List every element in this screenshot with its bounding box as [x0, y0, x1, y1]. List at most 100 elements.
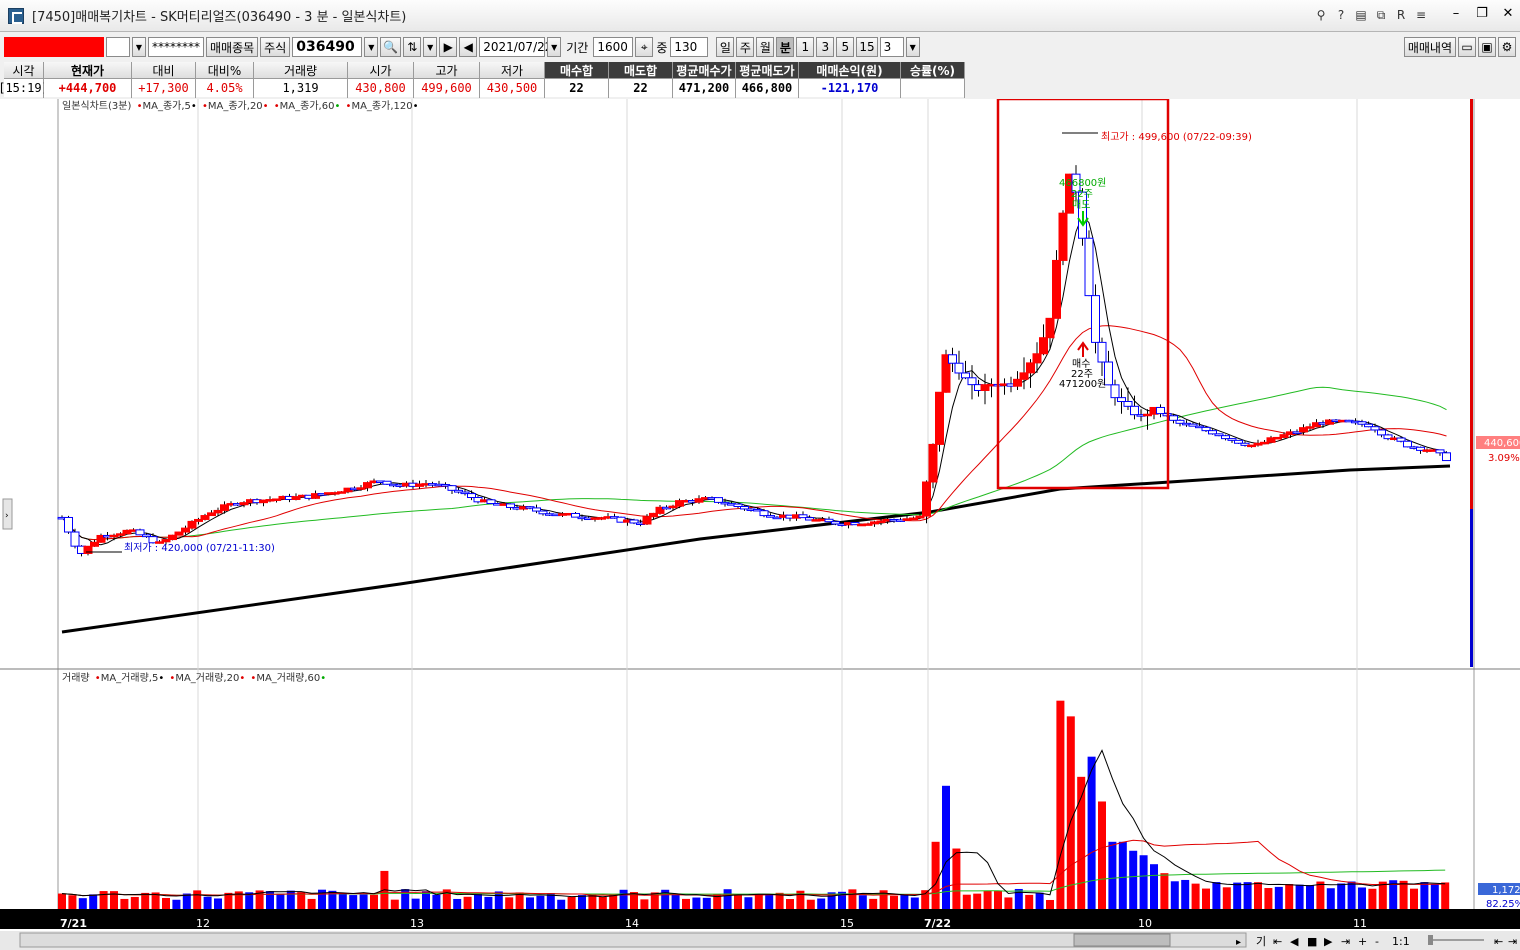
period-input[interactable]: 1600 [593, 37, 634, 57]
play-back-icon[interactable]: ◀ [1290, 935, 1299, 948]
low-price-label: 최저가 : 420,000 (07/21-11:30) [124, 542, 275, 554]
candle-body [1052, 259, 1061, 319]
volume-bar [526, 897, 534, 909]
sort-icon[interactable]: ⇅ [403, 37, 422, 57]
volume-bar [1264, 888, 1273, 909]
search-icon[interactable]: 🔍 [380, 37, 402, 57]
chart-svg[interactable]: › 일본식차트(3분) •MA_종가,5• •MA_종가,20• •MA_종가,… [0, 97, 1520, 950]
scroll-thumb[interactable] [1073, 933, 1171, 947]
sell-word-label: 매도 [1072, 199, 1090, 211]
tab-1[interactable]: 1 [796, 37, 815, 57]
market-type-button[interactable]: 주식 [260, 37, 291, 57]
candle-body [1084, 237, 1094, 297]
tab-day[interactable]: 일 [716, 37, 735, 57]
zoom-slider-handle[interactable] [1428, 935, 1433, 945]
tab-minute[interactable]: 분 [776, 37, 795, 57]
info-col-price: 현재가 +444,700 [44, 62, 132, 98]
price-legend-ma20: MA_종가,20 [208, 100, 263, 112]
account-subfield[interactable] [106, 37, 130, 57]
volume-bar [474, 893, 482, 909]
code-dropdown-icon[interactable]: ▼ [364, 37, 379, 57]
zoom-out-icon[interactable]: - [1375, 935, 1379, 948]
close-icon[interactable]: ✕ [1500, 6, 1516, 21]
tab-15[interactable]: 15 [856, 37, 878, 57]
tab-week[interactable]: 주 [736, 37, 755, 57]
crosshair-icon[interactable]: ⌖ [635, 37, 654, 57]
r-icon[interactable]: R [1394, 8, 1408, 23]
jump-start-icon[interactable]: ⇤ [1273, 935, 1282, 948]
trade-history-button[interactable]: 매매내역 [1403, 37, 1456, 57]
value-sell-sum: 22 [609, 79, 672, 97]
header-avg-buy: 평균매수가 [673, 62, 735, 79]
price-legend-ma5: MA_종가,5 [142, 100, 190, 112]
volume-bar [1191, 883, 1200, 909]
side-arrow-icon[interactable]: › [5, 511, 9, 521]
minimize-icon[interactable]: – [1448, 6, 1464, 21]
time-axis-label: 10 [1138, 917, 1152, 930]
zoom-first-icon[interactable]: ⇤ [1494, 935, 1503, 948]
volume-bar [557, 899, 566, 909]
candle-body [70, 531, 80, 547]
password-field[interactable]: ******** [148, 37, 204, 57]
help-icon[interactable]: ? [1334, 8, 1348, 23]
volume-bar [1295, 884, 1304, 909]
volume-bar [994, 891, 1002, 909]
layout-icon[interactable]: ▤ [1354, 8, 1368, 23]
candle-body [1169, 415, 1178, 421]
play-icon[interactable]: ▶ [1324, 935, 1333, 948]
next-icon[interactable]: ▶ [439, 37, 458, 57]
account-select[interactable] [4, 37, 104, 57]
candle-body [961, 372, 970, 379]
date-dropdown-icon[interactable]: ▼ [547, 37, 562, 57]
tab-month[interactable]: 월 [756, 37, 775, 57]
candle-body [1442, 452, 1451, 462]
prev-icon[interactable]: ◀ [459, 37, 478, 57]
copy-icon[interactable]: ⧉ [1374, 8, 1388, 23]
folder-icon[interactable]: ▭ [1458, 37, 1476, 57]
zoom-last-icon[interactable]: ⇥ [1508, 935, 1517, 948]
zoom-in-icon[interactable]: + [1358, 935, 1367, 948]
menu-icon[interactable]: ≡ [1414, 8, 1428, 23]
volume-bar [193, 890, 202, 909]
candle-body [1377, 429, 1386, 436]
save-icon[interactable]: ▣ [1478, 37, 1496, 57]
candle-body [220, 504, 229, 511]
volume-bar [1160, 873, 1169, 909]
count-input[interactable]: 130 [670, 37, 709, 57]
jump-end-icon[interactable]: ⇥ [1341, 935, 1350, 948]
interval-dropdown-icon[interactable]: ▼ [905, 37, 920, 57]
zoom-reset-icon[interactable]: 1:1 [1392, 935, 1410, 948]
stop-icon[interactable]: ■ [1307, 935, 1317, 948]
svg-text:일본식차트(3분) •MA_종가,5•: 일본식차트(3분) •MA_종가,5• •MA_종가,20• •MA_종가,60… [62, 100, 419, 112]
date-input[interactable]: 2021/07/22 [479, 37, 552, 57]
settings-icon[interactable]: ⚙ [1498, 37, 1516, 57]
scroll-track[interactable] [19, 932, 1247, 948]
volume-bar [578, 895, 586, 909]
volume-bar [1170, 881, 1179, 909]
info-col-avg-sell: 평균매도가 466,800 [736, 62, 799, 98]
volume-bar [1326, 888, 1335, 909]
chart-area[interactable]: › 일본식차트(3분) •MA_종가,5• •MA_종가,20• •MA_종가,… [0, 97, 1520, 950]
price-legend-title: 일본식차트(3분) [62, 100, 131, 112]
stock-code-input[interactable]: 036490 [292, 37, 363, 57]
volume-bar [1274, 886, 1283, 909]
tab-3[interactable]: 3 [816, 37, 835, 57]
volume-legend-ma60: MA_거래량,60 [256, 672, 320, 684]
volume-bar [1139, 855, 1148, 909]
interval-input[interactable]: 3 [879, 37, 904, 57]
volume-bar [411, 898, 420, 909]
candle-body [1039, 337, 1048, 355]
trade-stock-button[interactable]: 매매종목 [206, 37, 259, 57]
tab-5[interactable]: 5 [836, 37, 855, 57]
candle-body [90, 541, 99, 547]
scroll-right-icon[interactable]: ▸ [1236, 937, 1241, 948]
volume-bar [609, 894, 618, 909]
sort-dropdown-icon[interactable]: ▼ [423, 37, 438, 57]
volume-bar [1358, 887, 1366, 909]
candle-body [1019, 372, 1029, 380]
restore-icon[interactable]: ❐ [1474, 6, 1490, 21]
volume-bar [78, 898, 87, 909]
chevron-down-icon[interactable]: ▼ [132, 37, 146, 57]
chart-mode-icon[interactable]: 기 [1256, 935, 1266, 948]
pin-icon[interactable]: ⚲ [1314, 8, 1328, 23]
